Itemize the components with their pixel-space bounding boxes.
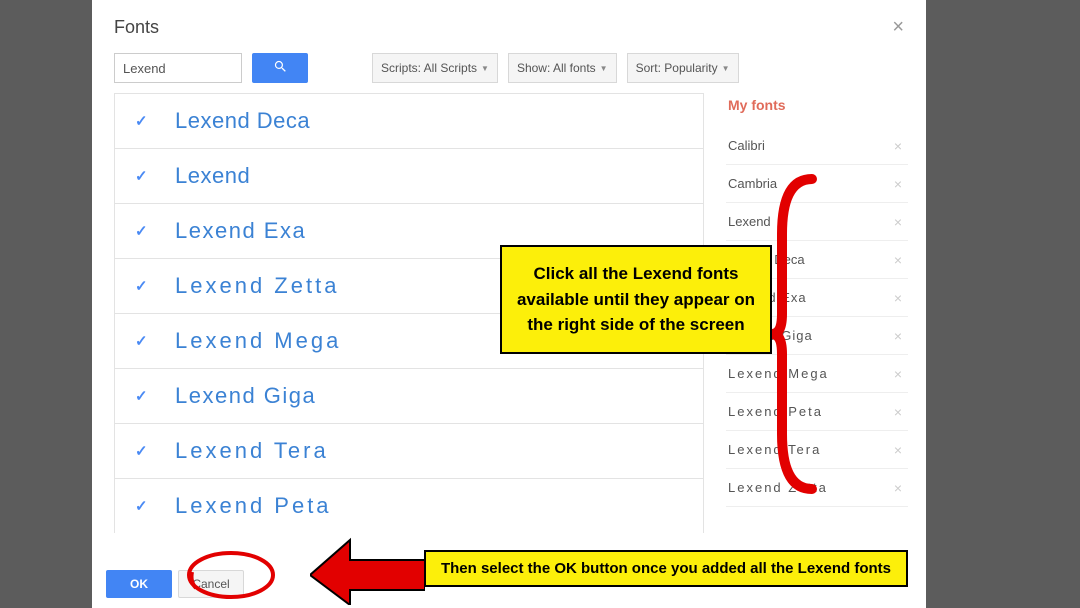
show-filter-label: Show: All fonts [517,61,596,75]
font-name: Lexend Deca [175,108,310,134]
check-icon: ✓ [135,167,151,185]
check-icon: ✓ [135,112,151,130]
my-font-name: Lexend [728,214,771,229]
annotation-callout-2: Then select the OK button once you added… [424,550,908,587]
scripts-filter[interactable]: Scripts: All Scripts ▼ [372,53,498,83]
remove-font-icon[interactable]: × [892,212,904,232]
check-icon: ✓ [135,387,151,405]
search-icon [273,59,288,77]
ok-button[interactable]: OK [106,570,172,598]
remove-font-icon[interactable]: × [892,174,904,194]
font-name: Lexend Exa [175,218,306,244]
font-result-row[interactable]: ✓ Lexend Tera [115,424,703,479]
font-result-row[interactable]: ✓ Lexend Deca [115,94,703,149]
dialog-footer: OK Cancel [106,570,244,598]
dialog-header: Fonts × [92,0,926,53]
remove-font-icon[interactable]: × [892,364,904,384]
remove-font-icon[interactable]: × [892,326,904,346]
remove-font-icon[interactable]: × [892,288,904,308]
sort-filter[interactable]: Sort: Popularity ▼ [627,53,739,83]
annotation-callout-1: Click all the Lexend fonts available unt… [500,245,772,354]
check-icon: ✓ [135,222,151,240]
annotation-arrow [310,525,425,605]
font-name: Lexend Giga [175,383,316,409]
toolbar: Scripts: All Scripts ▼ Show: All fonts ▼… [92,53,926,93]
check-icon: ✓ [135,497,151,515]
search-button[interactable] [252,53,308,83]
show-filter[interactable]: Show: All fonts ▼ [508,53,617,83]
cancel-button[interactable]: Cancel [178,570,244,598]
scripts-filter-label: Scripts: All Scripts [381,61,477,75]
check-icon: ✓ [135,442,151,460]
remove-font-icon[interactable]: × [892,478,904,498]
font-name: Lexend Mega [175,328,341,354]
remove-font-icon[interactable]: × [892,402,904,422]
annotation-brace [772,174,822,494]
check-icon: ✓ [135,277,151,295]
dialog-title: Fonts [114,17,159,38]
my-font-name: Calibri [728,138,765,153]
font-name: Lexend Tera [175,438,329,464]
remove-font-icon[interactable]: × [892,440,904,460]
font-result-row[interactable]: ✓ Lexend Giga [115,369,703,424]
remove-font-icon[interactable]: × [892,136,904,156]
check-icon: ✓ [135,332,151,350]
chevron-down-icon: ▼ [722,64,730,73]
my-fonts-title: My fonts [726,93,908,127]
sort-filter-label: Sort: Popularity [636,61,718,75]
close-icon[interactable]: × [888,14,908,41]
remove-font-icon[interactable]: × [892,250,904,270]
font-result-row[interactable]: ✓ Lexend [115,149,703,204]
my-font-row: Calibri × [726,127,908,165]
chevron-down-icon: ▼ [481,64,489,73]
my-font-name: Cambria [728,176,777,191]
chevron-down-icon: ▼ [600,64,608,73]
font-name: Lexend Peta [175,493,332,519]
font-name: Lexend Zetta [175,273,339,299]
search-input[interactable] [114,53,242,83]
font-name: Lexend [175,163,250,189]
